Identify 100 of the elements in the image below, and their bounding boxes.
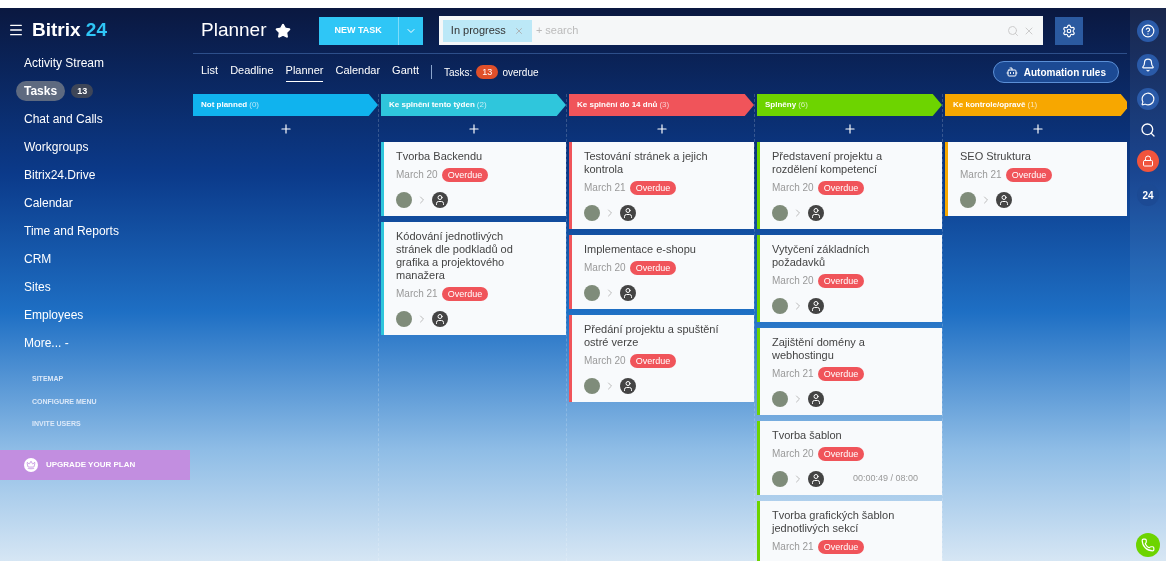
task-card[interactable]: Tvorba Backendu March 20 Overdue — [381, 142, 566, 216]
user-icon — [432, 311, 448, 327]
avatar-photo — [584, 205, 600, 221]
user-icon — [808, 298, 824, 314]
column-header: Ke splnění tento týden (2) — [381, 94, 566, 116]
star-icon[interactable] — [274, 22, 291, 39]
sidebar-item[interactable]: Tasks — [16, 81, 66, 101]
task-card[interactable]: Vytyčení základních požadavků March 20 Overdue — [757, 235, 942, 322]
task-date: March 20 — [772, 447, 814, 461]
settings-button[interactable] — [1054, 16, 1083, 45]
sidebar-item[interactable]: More... - — [24, 334, 69, 352]
task-title: Zajištění domény a webhostingu — [772, 336, 866, 362]
overdue-badge: Overdue — [441, 286, 489, 301]
overdue-badge: Overdue — [817, 366, 865, 381]
task-date: March 20 — [772, 274, 814, 288]
task-card[interactable]: Předání projektu a spuštění ostré verze March 20 Overdue — [569, 315, 754, 402]
avatar-photo — [960, 192, 976, 208]
task-title: Tvorba šablon — [772, 429, 843, 442]
plus-icon — [842, 122, 857, 136]
sidebar-item[interactable]: Activity Stream — [24, 54, 104, 72]
lock-icon[interactable] — [1137, 150, 1159, 172]
task-date: March 20 — [772, 181, 814, 195]
overdue-badge: Overdue — [629, 353, 677, 368]
column-header: Ke splnění do 14 dnů (3) — [569, 94, 754, 116]
avatar-photo — [584, 285, 600, 301]
task-card[interactable]: Tvorba grafických šablon jednotlivých sekcí March 21 Overdue — [757, 501, 942, 561]
plus-icon — [1030, 122, 1045, 136]
task-card[interactable]: Implementace e-shopu March 20 Overdue — [569, 235, 754, 309]
view-tab[interactable]: Deadline — [230, 62, 274, 82]
view-tab[interactable]: Calendar — [335, 62, 381, 82]
avatar-photo — [584, 378, 600, 394]
task-title: Vytyčení základních požadavků — [772, 243, 871, 269]
column-header: Splněny (6) — [757, 94, 942, 116]
overdue-badge: Overdue — [817, 273, 865, 288]
overdue-badge: Overdue — [1005, 167, 1053, 182]
view-tab[interactable]: Gantt — [392, 62, 419, 82]
count-badge: 13 — [71, 84, 94, 98]
sidebar-item[interactable]: Employees — [24, 306, 84, 324]
sidebar-item[interactable]: Time and Reports — [24, 222, 119, 240]
task-title: Tvorba Backendu — [396, 150, 484, 163]
overdue-badge: Overdue — [629, 180, 677, 195]
sidebar-item[interactable]: Workgroups — [24, 138, 89, 156]
task-title: Tvorba grafických šablon jednotlivých sekcí — [772, 509, 896, 535]
search-field[interactable]: In progress + search — [438, 16, 1043, 45]
sidebar-item[interactable]: Bitrix24.Drive — [24, 166, 96, 184]
task-date: March 20 — [584, 261, 626, 275]
plus-icon — [278, 122, 293, 136]
view-tab[interactable]: List — [201, 62, 219, 82]
task-date: March 20 — [584, 354, 626, 368]
task-card[interactable]: Zajištění domény a webhostingu March 21 Overdue — [757, 328, 942, 415]
filter-chip[interactable]: In progress — [442, 19, 532, 42]
avatar-photo — [396, 192, 412, 208]
search-icon[interactable] — [1140, 122, 1156, 138]
task-title: Představení projektu a rozdělení kompetencí — [772, 150, 884, 176]
avatar-photo — [772, 205, 788, 221]
view-tab[interactable]: Planner — [285, 62, 324, 82]
overdue-badge: Overdue — [441, 167, 489, 182]
task-title: Implementace e-shopu — [584, 243, 697, 256]
automation-button[interactable]: Automation rules — [992, 61, 1119, 83]
sidebar-item[interactable]: CRM — [24, 250, 52, 268]
task-date: March 21 — [960, 168, 1002, 182]
user-icon — [996, 192, 1012, 208]
counter-label: Tasks: — [444, 65, 473, 80]
bell-icon[interactable] — [1137, 54, 1159, 76]
chat-icon[interactable] — [1137, 88, 1159, 110]
user-icon — [808, 205, 824, 221]
user-icon — [808, 471, 824, 487]
menu-icon[interactable] — [8, 22, 24, 38]
settings-icon — [1061, 23, 1076, 38]
user-icon — [620, 205, 636, 221]
time-tracker: 00:00:49 / 08:00 — [852, 472, 918, 486]
task-card[interactable]: Tvorba šablon March 20 Overdue 00:00:49 / 08:00 — [757, 421, 942, 495]
task-title: Kódování jednotlivých stránek dle podkladů od grafika a projektového manažera — [396, 230, 514, 282]
task-card[interactable]: Kódování jednotlivých stránek dle podkladů od grafika a projektového manažera March 21 Overdue — [381, 222, 566, 335]
task-title: SEO Struktura — [960, 150, 1032, 163]
task-card[interactable]: Testování stránek a jejich kontrola March 21 Overdue — [569, 142, 754, 229]
task-date: March 20 — [396, 168, 438, 182]
dropdown-button[interactable] — [397, 16, 423, 45]
sidebar-item[interactable]: Sites — [24, 278, 51, 296]
task-date: March 21 — [584, 181, 626, 195]
task-date: March 21 — [772, 540, 814, 554]
user-icon — [432, 192, 448, 208]
search-placeholder: + search — [535, 23, 579, 39]
overdue-badge: Overdue — [817, 180, 865, 195]
task-date: March 21 — [396, 287, 438, 301]
sidebar-item[interactable]: Calendar — [24, 194, 73, 212]
avatar-photo — [772, 471, 788, 487]
logo: Bitrix 24 — [32, 17, 107, 42]
help-icon[interactable] — [1137, 20, 1159, 42]
overdue-badge: Overdue — [817, 446, 865, 461]
user-icon — [620, 285, 636, 301]
task-card[interactable]: SEO Struktura March 21 Overdue — [945, 142, 1127, 216]
sidebar-item[interactable]: Chat and Calls — [24, 110, 103, 128]
overdue-badge: Overdue — [817, 539, 865, 554]
task-date: March 21 — [772, 367, 814, 381]
avatar-photo — [772, 391, 788, 407]
overdue-link[interactable]: overdue — [502, 64, 539, 80]
column-header: Not planned (0) — [193, 94, 378, 116]
task-card[interactable]: Představení projektu a rozdělení kompetencí March 20 Overdue — [757, 142, 942, 229]
task-title: Testování stránek a jejich kontrola — [584, 150, 709, 176]
